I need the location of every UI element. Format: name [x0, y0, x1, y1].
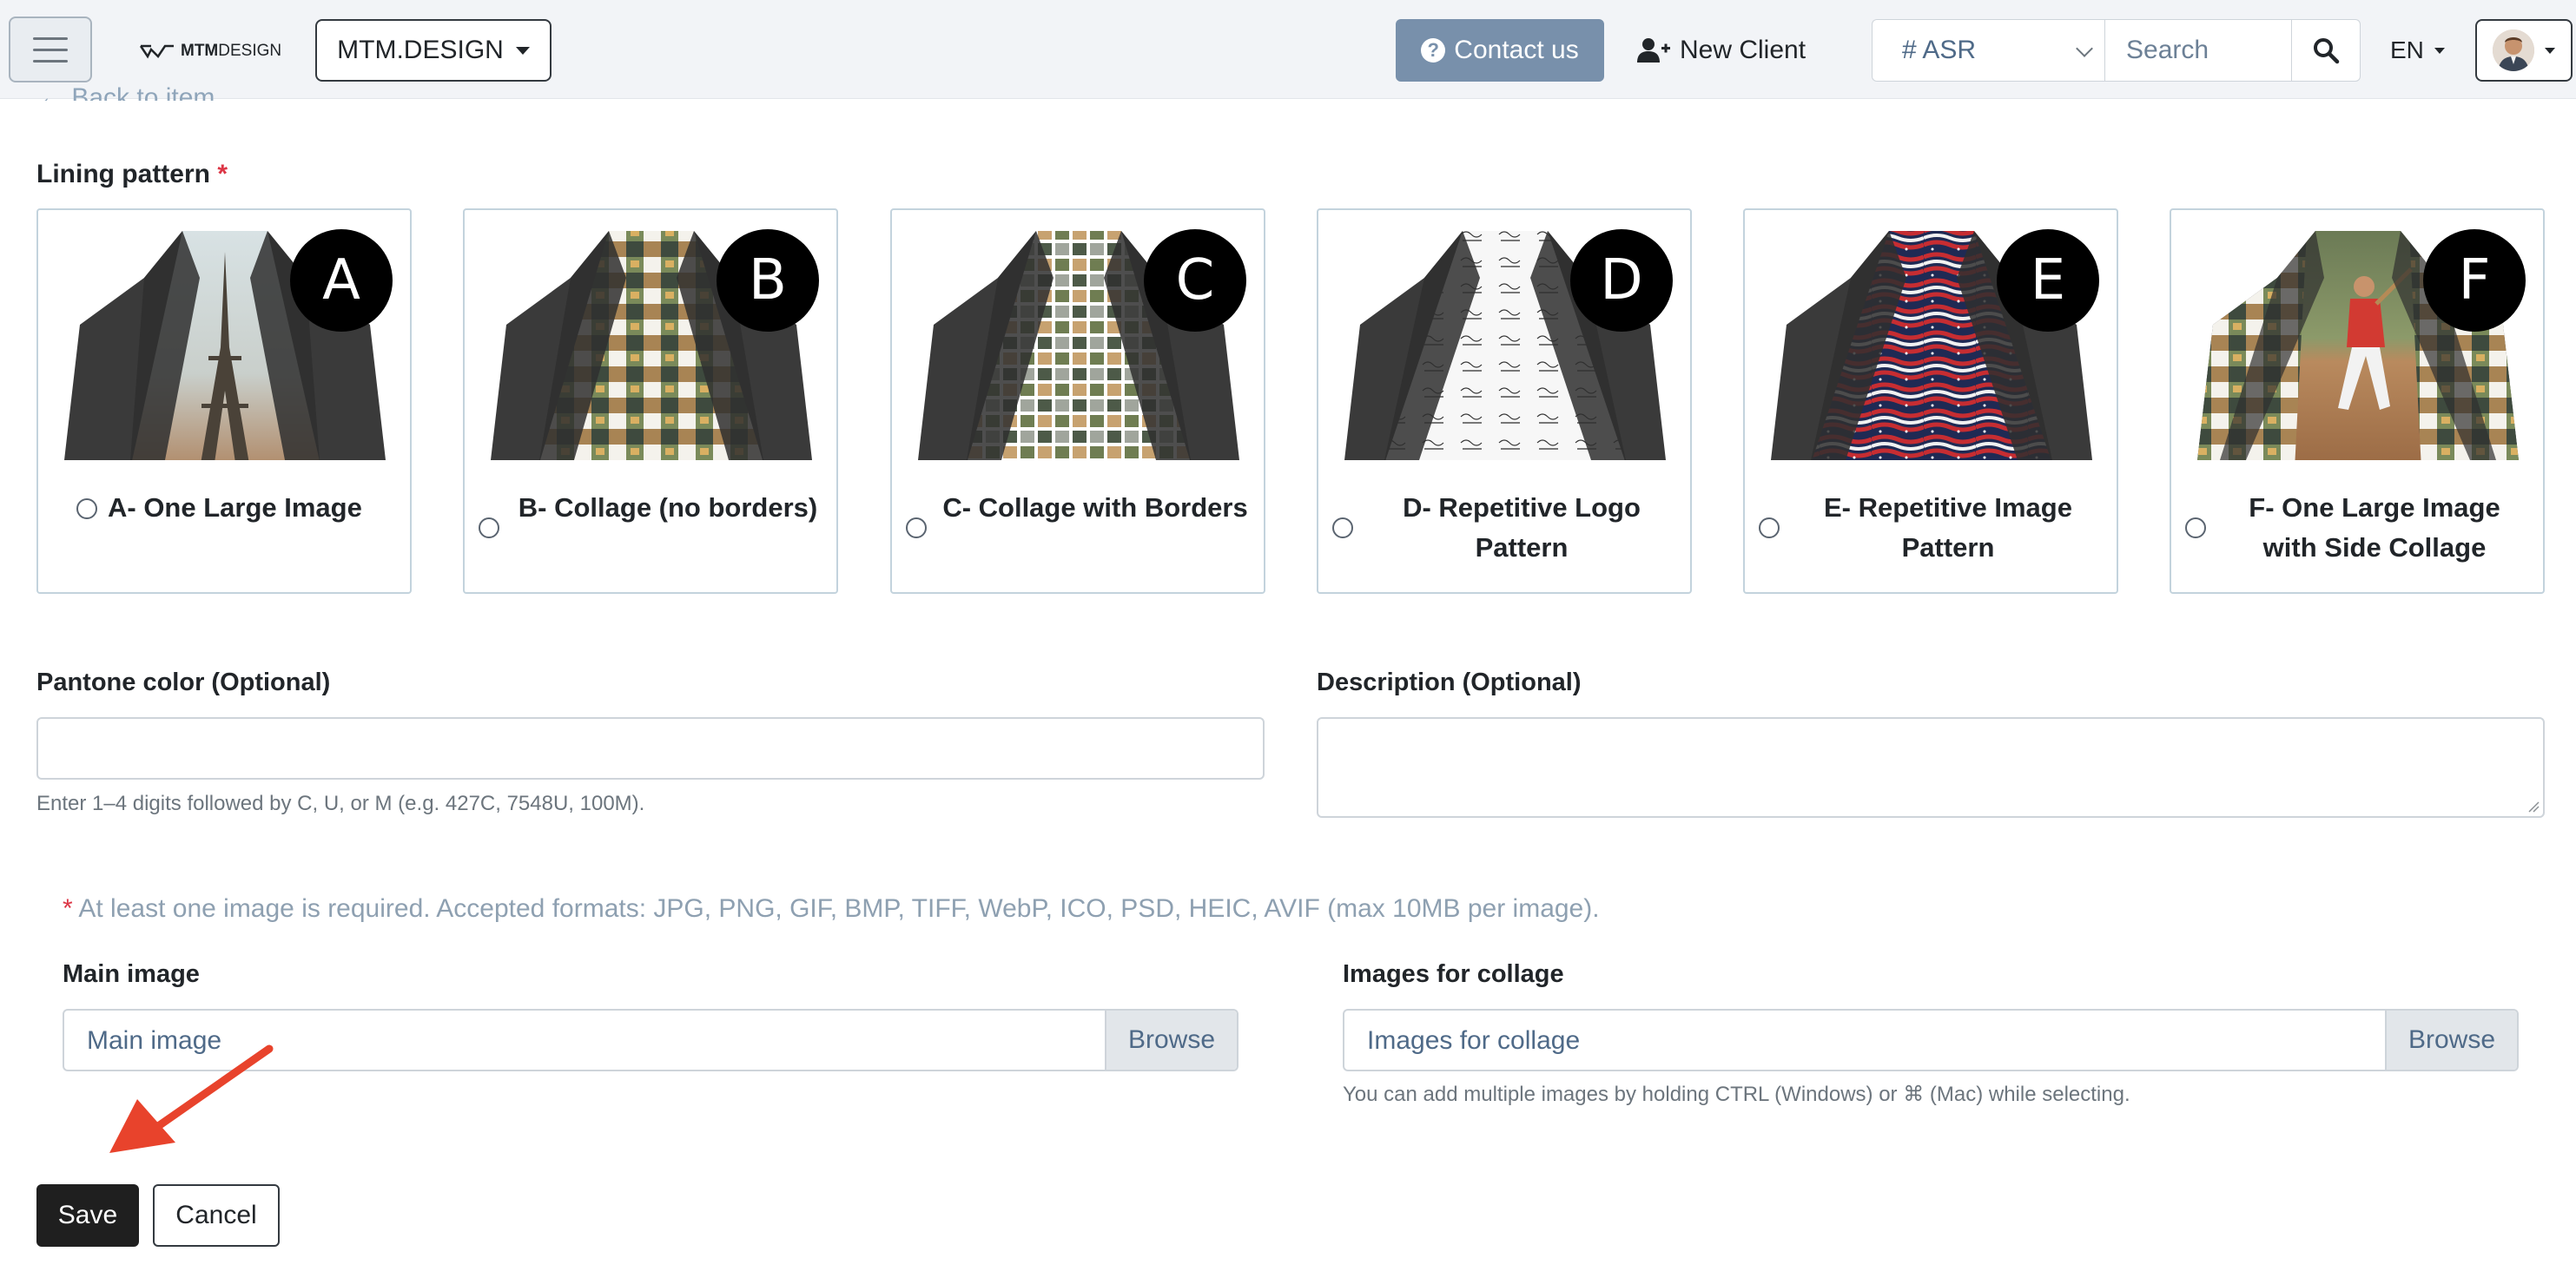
option-label: E- Repetitive Image Pattern: [1824, 492, 2072, 563]
pantone-label: Pantone color (Optional): [36, 669, 331, 696]
option-radio[interactable]: [479, 517, 499, 538]
avatar: [2493, 30, 2534, 71]
language-label: EN: [2390, 36, 2424, 63]
back-link[interactable]: ← Back to item: [38, 83, 215, 101]
description-textarea[interactable]: [1317, 717, 2545, 818]
pantone-help-text: Enter 1–4 digits followed by C, U, or M …: [36, 792, 645, 815]
menu-toggle-button[interactable]: [9, 16, 92, 82]
option-label: F- One Large Image with Side Collage: [2249, 492, 2500, 563]
option-radio[interactable]: [906, 517, 927, 538]
contact-us-label: Contact us: [1454, 36, 1579, 64]
lining-option-e[interactable]: E E- Repetitive Image Pattern: [1743, 208, 2118, 594]
lining-option-f[interactable]: F F- One Large Image with Side Collage: [2170, 208, 2545, 594]
brand-dropdown[interactable]: MTM.DESIGN: [315, 19, 552, 82]
cancel-button[interactable]: Cancel: [153, 1184, 280, 1247]
back-link-label: Back to item: [71, 83, 215, 101]
option-label: B- Collage (no borders): [518, 492, 818, 523]
collage-images-placeholder: Images for collage: [1367, 1026, 1581, 1055]
save-button[interactable]: Save: [36, 1184, 139, 1247]
main-image-label: Main image: [63, 960, 200, 988]
lining-option-c[interactable]: C C- Collage with Borders: [890, 208, 1265, 594]
option-badge: D: [1570, 229, 1673, 332]
option-label: A- One Large Image: [108, 492, 362, 523]
option-radio[interactable]: [76, 498, 97, 519]
description-label: Description (Optional): [1317, 669, 1582, 696]
lining-pattern-label: Lining pattern *: [36, 160, 228, 189]
language-dropdown[interactable]: EN: [2390, 33, 2445, 68]
search-placeholder: Search: [2126, 36, 2209, 64]
brand-dropdown-label: MTM.DESIGN: [337, 36, 504, 64]
image-requirement-text: At least one image is required. Accepted…: [78, 894, 1600, 923]
option-radio[interactable]: [1332, 517, 1353, 538]
option-badge: F: [2423, 229, 2526, 332]
asr-select-value: # ASR: [1902, 36, 1977, 64]
brand-logo[interactable]: MTM DESIGN: [139, 38, 281, 64]
resize-handle-icon[interactable]: [2527, 800, 2540, 813]
collage-images-browse-button[interactable]: Browse: [2385, 1011, 2517, 1070]
main-image-browse-button[interactable]: Browse: [1105, 1011, 1237, 1070]
lining-option-b[interactable]: B B- Collage (no borders): [463, 208, 838, 594]
chevron-down-icon: [2076, 40, 2093, 57]
search-button[interactable]: [2291, 19, 2361, 82]
mtm-logo-icon: [139, 44, 174, 59]
collage-images-file-input[interactable]: Images for collage Browse: [1343, 1009, 2519, 1071]
option-radio[interactable]: [1759, 517, 1780, 538]
option-radio[interactable]: [2185, 517, 2206, 538]
search-input[interactable]: Search: [2104, 19, 2292, 82]
question-circle-icon: ?: [1421, 38, 1446, 63]
option-label: D- Repetitive Logo Pattern: [1403, 492, 1641, 563]
required-mark: *: [217, 160, 228, 188]
lining-pattern-label-text: Lining pattern: [36, 160, 210, 188]
new-client-link[interactable]: New Client: [1636, 31, 1806, 69]
annotation-arrow-icon: [109, 1044, 274, 1153]
collage-images-label: Images for collage: [1343, 960, 1564, 988]
caret-down-icon: [515, 46, 530, 55]
option-label: C- Collage with Borders: [942, 492, 1248, 523]
image-requirement-notice: * At least one image is required. Accept…: [63, 894, 1600, 924]
option-badge: C: [1144, 229, 1246, 332]
option-badge: A: [290, 229, 393, 332]
lining-option-d[interactable]: D D- Repetitive Logo Pattern: [1317, 208, 1692, 594]
logo-bold-text: MTM: [181, 42, 219, 60]
required-mark: *: [63, 894, 73, 923]
logo-light-text: DESIGN: [218, 42, 282, 60]
new-client-label: New Client: [1680, 36, 1807, 64]
caret-down-icon: [2434, 47, 2445, 54]
top-navbar: MTM DESIGN MTM.DESIGN ? Contact us New Cl…: [0, 0, 2576, 99]
option-badge: B: [717, 229, 819, 332]
option-badge: E: [1997, 229, 2099, 332]
contact-us-button[interactable]: ? Contact us: [1396, 19, 1604, 82]
hamburger-line: [33, 36, 68, 40]
hamburger-line: [33, 59, 68, 63]
caret-down-icon: [2545, 47, 2555, 54]
pantone-input[interactable]: [36, 717, 1265, 780]
collage-help-text: You can add multiple images by holding C…: [1343, 1083, 2130, 1106]
search-icon: [2314, 38, 2340, 64]
asr-select[interactable]: # ASR: [1872, 19, 2104, 82]
hamburger-line: [33, 48, 68, 51]
user-menu-button[interactable]: [2475, 19, 2573, 82]
lining-option-a[interactable]: A A- One Large Image: [36, 208, 412, 594]
user-plus-icon: [1637, 38, 1670, 63]
